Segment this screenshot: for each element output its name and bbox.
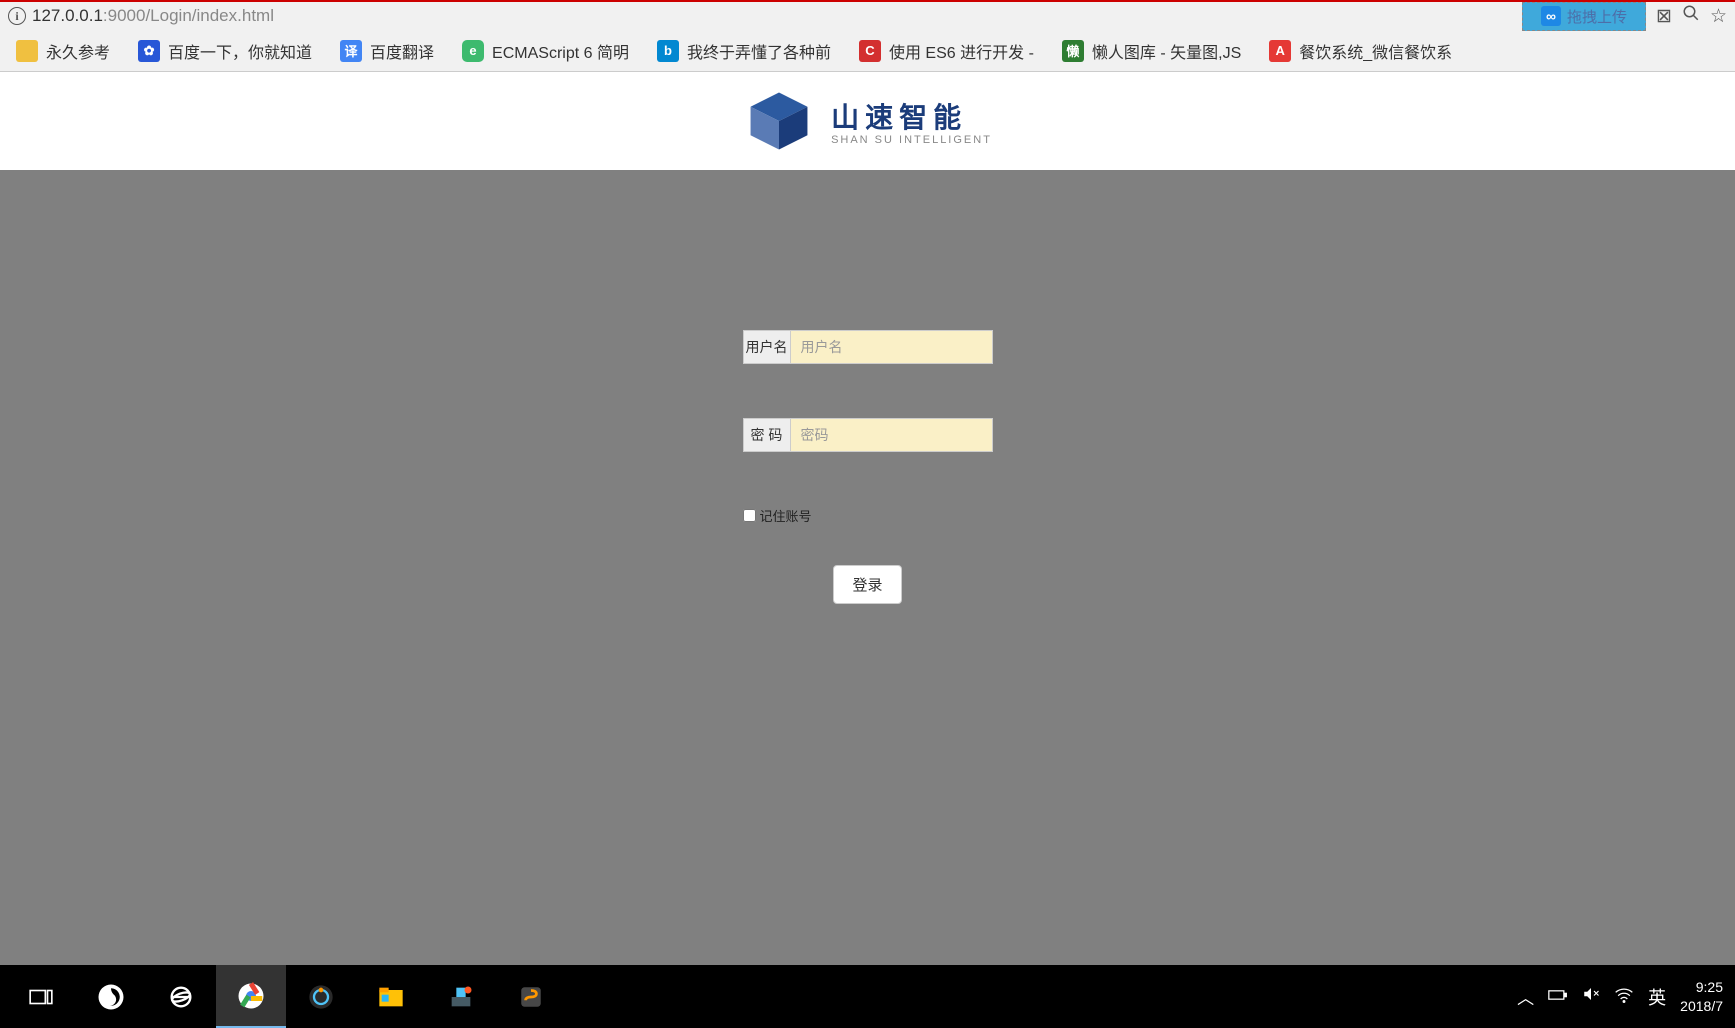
ime-indicator[interactable]: 英 — [1648, 984, 1666, 1010]
tray-chevron-icon[interactable]: ︿ — [1517, 984, 1534, 1009]
translate-icon: 译 — [340, 40, 362, 62]
clock-date: 2018/7 — [1680, 997, 1723, 1015]
username-label: 用户名 — [744, 331, 791, 363]
edge-swirl-icon[interactable] — [76, 965, 146, 1028]
bookmark-item[interactable]: 懒懒人图库 - 矢量图,JS — [1062, 39, 1241, 63]
page-header: 山速智能 SHAN SU INTELLIGENT — [0, 72, 1735, 170]
username-input[interactable] — [791, 331, 992, 363]
upload-label: 拖拽上传 — [1567, 6, 1627, 27]
password-field: 密 码 — [743, 418, 993, 452]
bookmark-item[interactable]: 译百度翻译 — [340, 39, 434, 63]
bookmarks-bar: 永久参考 ✿百度一下，你就知道 译百度翻译 eECMAScript 6 简明 b… — [0, 30, 1735, 72]
ecma-icon: e — [462, 40, 484, 62]
folder-icon — [16, 40, 38, 62]
username-field: 用户名 — [743, 330, 993, 364]
file-explorer-icon[interactable] — [356, 965, 426, 1028]
remember-text: 记住账号 — [760, 506, 812, 525]
volume-icon[interactable] — [1582, 985, 1600, 1008]
login-form: 用户名 密 码 记住账号 登录 — [743, 330, 993, 965]
site-icon: A — [1269, 40, 1291, 62]
chrome-icon[interactable] — [216, 965, 286, 1028]
bookmark-item[interactable]: b我终于弄懂了各种前 — [657, 39, 831, 63]
bookmark-item[interactable]: 永久参考 — [16, 39, 110, 63]
ie-icon[interactable] — [146, 965, 216, 1028]
bookmark-item[interactable]: eECMAScript 6 简明 — [462, 39, 629, 63]
login-button[interactable]: 登录 — [833, 565, 901, 604]
url-port: :9000 — [103, 6, 146, 25]
logo-title: 山速智能 — [831, 96, 992, 136]
browser360-icon[interactable] — [286, 965, 356, 1028]
taskbar: ︿ 英 9:25 2018/7 — [0, 965, 1735, 1028]
password-label: 密 码 — [744, 419, 791, 451]
star-icon[interactable]: ☆ — [1710, 5, 1727, 28]
url-display[interactable]: i 127.0.0.1:9000/Login/index.html — [8, 6, 1522, 26]
remember-checkbox-label[interactable]: 记住账号 — [743, 506, 993, 525]
translate-icon[interactable]: ⊠ — [1656, 5, 1672, 28]
bookmark-item[interactable]: C使用 ES6 进行开发 - — [859, 39, 1034, 63]
bookmark-item[interactable]: ✿百度一下，你就知道 — [138, 39, 312, 63]
sublime-icon[interactable] — [496, 965, 566, 1028]
site-info-icon[interactable]: i — [8, 7, 26, 25]
main-content: 用户名 密 码 记住账号 登录 — [0, 170, 1735, 965]
baidu-icon: ✿ — [138, 40, 160, 62]
tool-icon[interactable] — [426, 965, 496, 1028]
clock[interactable]: 9:25 2018/7 — [1680, 978, 1723, 1014]
remember-checkbox[interactable] — [743, 509, 756, 522]
url-path: /Login/index.html — [145, 6, 274, 25]
site-icon: 懒 — [1062, 40, 1084, 62]
drag-upload-button[interactable]: ∞ 拖拽上传 — [1522, 2, 1646, 31]
infinity-icon: ∞ — [1541, 6, 1561, 26]
bookmark-item[interactable]: A餐饮系统_微信餐饮系 — [1269, 39, 1452, 63]
url-host: 127.0.0.1 — [32, 6, 103, 25]
browser-address-bar: i 127.0.0.1:9000/Login/index.html ∞ 拖拽上传… — [0, 0, 1735, 30]
site-icon: b — [657, 40, 679, 62]
zoom-icon[interactable] — [1682, 4, 1700, 28]
logo-subtitle: SHAN SU INTELLIGENT — [831, 134, 992, 146]
wifi-icon[interactable] — [1614, 985, 1634, 1008]
logo-icon — [743, 89, 815, 153]
task-view-icon[interactable] — [6, 965, 76, 1028]
clock-time: 9:25 — [1680, 978, 1723, 996]
password-input[interactable] — [791, 419, 992, 451]
site-icon: C — [859, 40, 881, 62]
battery-icon[interactable] — [1548, 987, 1568, 1007]
system-tray: ︿ 英 9:25 2018/7 — [1517, 978, 1729, 1014]
